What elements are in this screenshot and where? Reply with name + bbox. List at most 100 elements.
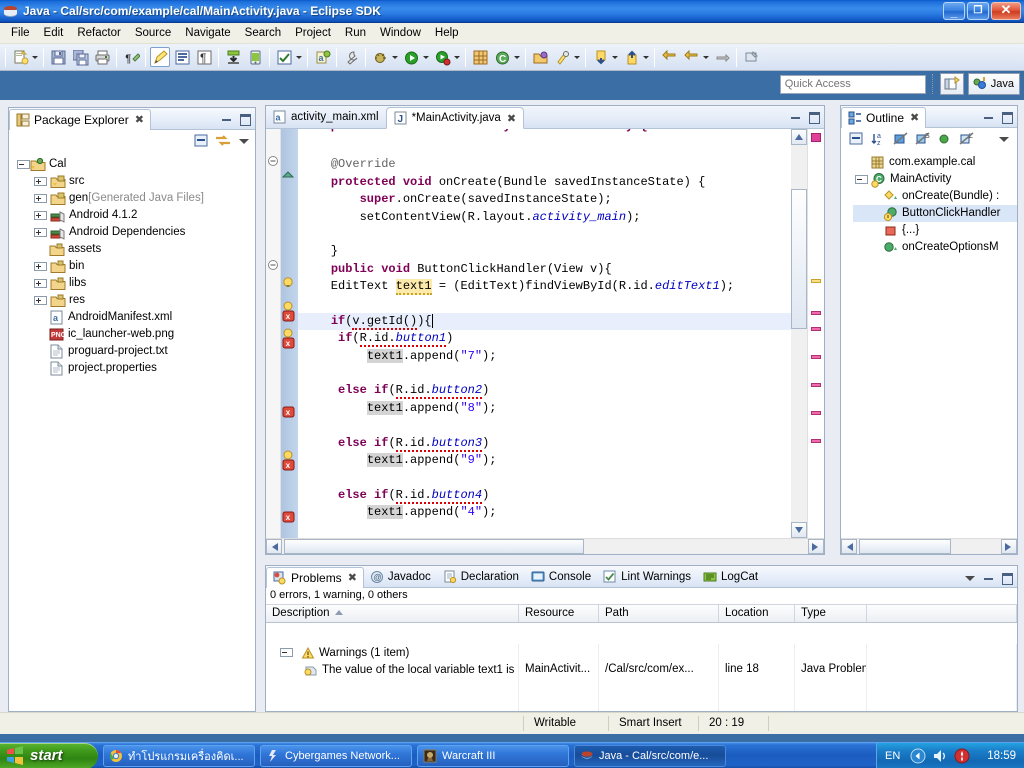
coverage-icon[interactable] (432, 47, 452, 67)
overview-error-marker[interactable] (811, 411, 821, 415)
last-edit-location-icon[interactable] (659, 47, 679, 67)
hide-local-types-icon[interactable]: L (959, 131, 975, 147)
tab-declaration[interactable]: Declaration (437, 566, 525, 587)
new-wizard-icon[interactable] (10, 47, 30, 67)
tree-item-android-dependencies[interactable]: Android Dependencies (15, 224, 255, 241)
column-header-location[interactable]: Location (719, 605, 795, 622)
tab-problems[interactable]: Problems ✖ (266, 566, 364, 588)
run-icon[interactable] (401, 47, 421, 67)
overview-error-marker[interactable] (811, 133, 821, 142)
scroll-thumb[interactable] (859, 539, 951, 554)
volume-icon[interactable] (932, 748, 948, 764)
menu-search[interactable]: Search (238, 25, 288, 41)
folding-gutter[interactable] (266, 129, 281, 538)
search-icon[interactable] (552, 47, 572, 67)
quick-access-input[interactable] (779, 74, 926, 94)
scroll-right-arrow-icon[interactable] (808, 539, 824, 554)
scroll-left-arrow-icon[interactable] (266, 539, 282, 554)
minimize-view-icon[interactable] (220, 112, 233, 125)
outline-item-oncreate[interactable]: onCreate(Bundle) : (853, 188, 1017, 205)
new-java-package-icon[interactable] (470, 47, 490, 67)
close-icon[interactable]: ✖ (135, 113, 144, 126)
forward-icon[interactable] (712, 47, 732, 67)
new-java-class-icon[interactable]: C (492, 47, 512, 67)
outline-item-buttonclickhandler[interactable]: ButtonClickHandler (853, 205, 1017, 222)
outline-item-block[interactable]: {...} (853, 222, 1017, 239)
toggle-icon[interactable] (34, 279, 47, 288)
editor-horizontal-scrollbar[interactable] (266, 538, 824, 554)
marker-gutter[interactable]: x x x x x (281, 129, 298, 538)
next-annotation-icon[interactable] (590, 47, 610, 67)
minimize-view-icon[interactable] (982, 571, 995, 584)
tree-item-androidmanifest[interactable]: a AndroidManifest.xml (15, 309, 255, 326)
toggle-icon[interactable] (34, 262, 47, 271)
tray-language[interactable]: EN (885, 750, 900, 762)
tab-console[interactable]: Console (525, 566, 597, 587)
tree-item-proguard-project[interactable]: proguard-project.txt (15, 343, 255, 360)
table-row-group[interactable]: Warnings (1 item) (266, 644, 1017, 661)
menu-source[interactable]: Source (128, 25, 178, 41)
menu-project[interactable]: Project (288, 25, 338, 41)
tree-item-android-412[interactable]: Android 4.1.2 (15, 207, 255, 224)
tree-item-src[interactable]: src (15, 173, 255, 190)
view-menu-icon[interactable] (237, 133, 251, 149)
start-button[interactable]: start (0, 742, 98, 768)
scroll-down-arrow-icon[interactable] (791, 522, 807, 538)
tree-item-res[interactable]: res (15, 292, 255, 309)
lint-check-icon[interactable] (274, 47, 294, 67)
toggle-icon[interactable] (17, 160, 30, 169)
toggle-icon[interactable] (34, 211, 47, 220)
open-perspective-button[interactable] (939, 73, 964, 95)
editor-code-area[interactable]: x x x x x public class MainActivity exte… (266, 129, 824, 554)
overview-error-marker[interactable] (811, 327, 821, 331)
tree-item-gen[interactable]: gen [Generated Java Files] (15, 190, 255, 207)
menu-run[interactable]: Run (338, 25, 373, 41)
toggle-icon[interactable] (34, 296, 47, 305)
tray-clock[interactable]: 18:59 (987, 750, 1016, 762)
tab-activity-main-xml[interactable]: a activity_main.xml (266, 106, 386, 128)
close-icon[interactable]: ✖ (507, 112, 516, 125)
debug-icon[interactable] (370, 47, 390, 67)
close-icon[interactable]: ✖ (910, 111, 919, 124)
android-avd-manager-icon[interactable] (245, 47, 265, 67)
tab-mainactivity-java[interactable]: J *MainActivity.java ✖ (385, 107, 525, 129)
save-all-icon[interactable] (70, 47, 90, 67)
annotation-icon[interactable]: ¶ (121, 47, 141, 67)
perspective-java-button[interactable]: Java (967, 73, 1020, 95)
toggle-block-selection-icon[interactable] (172, 47, 192, 67)
overview-warning-marker[interactable] (811, 279, 821, 283)
minimize-view-icon[interactable] (982, 110, 995, 123)
tree-item-libs[interactable]: libs (15, 275, 255, 292)
search-dropdown-icon[interactable] (573, 47, 582, 67)
taskbar-item-warcraft[interactable]: Warcraft III (417, 744, 569, 767)
tree-item-ic-launcher-web[interactable]: PNG ic_launcher-web.png (15, 326, 255, 343)
column-header-path[interactable]: Path (599, 605, 719, 622)
menu-file[interactable]: File (4, 25, 37, 41)
tab-outline[interactable]: Outline ✖ (841, 106, 927, 128)
show-hidden-icon[interactable] (910, 748, 926, 764)
previous-annotation-icon[interactable] (621, 47, 641, 67)
tab-logcat[interactable]: LogCat (697, 566, 764, 587)
maximize-button[interactable]: ❐ (967, 2, 989, 20)
new-wizard-dropdown-icon[interactable] (31, 47, 40, 67)
tree-item-bin[interactable]: bin (15, 258, 255, 275)
pin-editor-icon[interactable] (741, 47, 761, 67)
collapse-all-icon[interactable] (194, 133, 210, 149)
coverage-dropdown-icon[interactable] (453, 47, 462, 67)
tab-lint-warnings[interactable]: Lint Warnings (597, 566, 697, 587)
new-class-dropdown-icon[interactable] (513, 47, 522, 67)
scroll-left-arrow-icon[interactable] (841, 539, 857, 554)
collapse-all-icon[interactable] (849, 131, 865, 147)
print-icon[interactable] (92, 47, 112, 67)
toggle-icon[interactable] (34, 228, 47, 237)
tree-item-project-properties[interactable]: project.properties (15, 360, 255, 377)
overview-ruler[interactable] (807, 129, 824, 538)
menu-edit[interactable]: Edit (37, 25, 71, 41)
hide-fields-icon[interactable] (893, 131, 909, 147)
menu-navigate[interactable]: Navigate (178, 25, 237, 41)
overview-error-marker[interactable] (811, 439, 821, 443)
tree-item-assets[interactable]: assets (15, 241, 255, 258)
scroll-thumb[interactable] (791, 189, 807, 329)
scroll-up-arrow-icon[interactable] (791, 129, 807, 145)
overview-error-marker[interactable] (811, 383, 821, 387)
